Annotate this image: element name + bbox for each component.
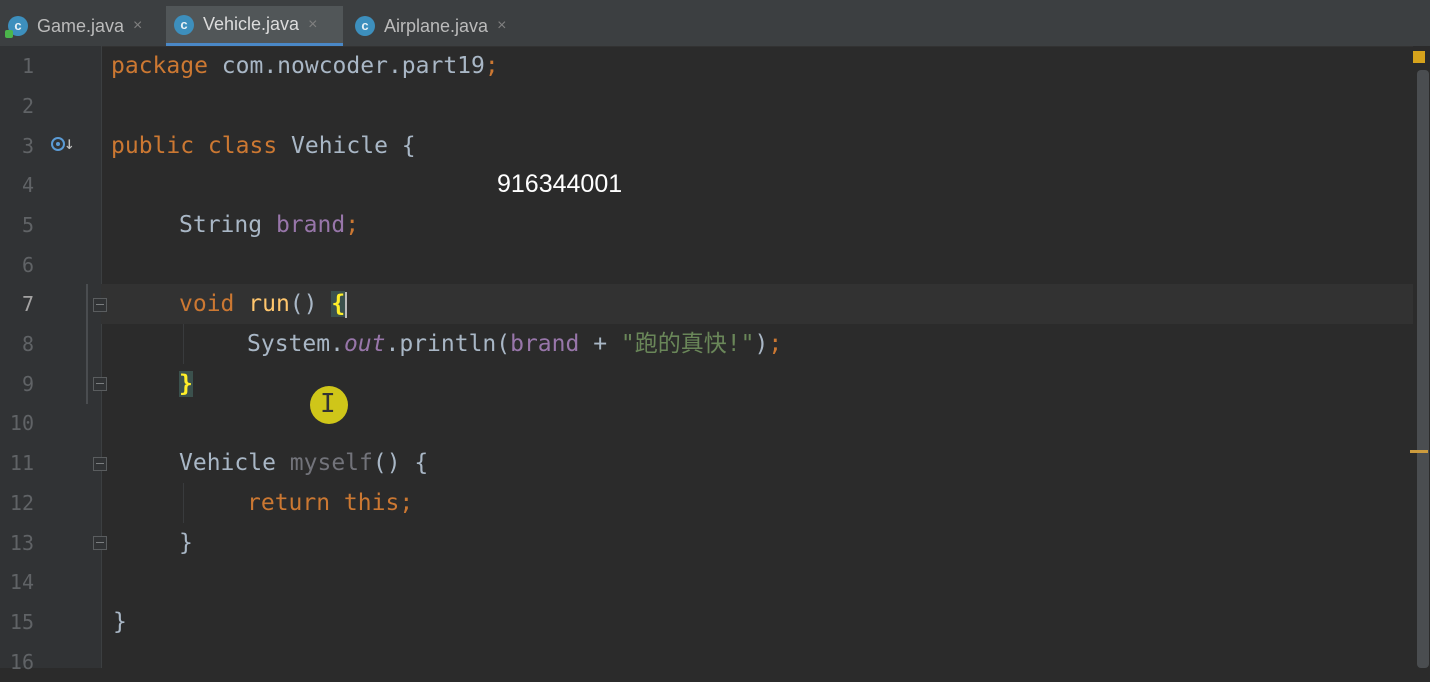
gutter-divider [101, 46, 102, 668]
code-line-9[interactable]: } [179, 364, 193, 404]
line-number: 7 [21, 292, 34, 316]
code-line-8[interactable]: System.out.println(brand + "跑的真快!"); [247, 324, 782, 364]
fold-range-indicator [86, 284, 88, 404]
line-number: 8 [21, 332, 34, 356]
tab-label: Airplane.java [384, 15, 489, 36]
close-icon[interactable]: × [133, 17, 142, 35]
semicolon: ; [768, 331, 783, 357]
code-editor[interactable]: 1 2 3 4 5 6 7 8 9 10 11 12 13 14 15 16 ↓… [0, 46, 1430, 674]
close-brace: } [179, 530, 193, 556]
line-number: 14 [9, 570, 34, 594]
code-line-1[interactable]: package com.nowcoder.part19; [111, 46, 499, 86]
line-number: 5 [21, 213, 34, 237]
line-number: 1 [21, 54, 34, 78]
code-line-15[interactable]: } [113, 602, 127, 642]
static-field: out [343, 331, 386, 357]
indent-guide [183, 483, 184, 523]
parens: () [289, 291, 332, 317]
code-line-5[interactable]: String brand; [179, 205, 359, 245]
inspection-status-icon[interactable] [1413, 51, 1425, 63]
line-number: 9 [21, 372, 34, 396]
line-number: 6 [21, 253, 34, 277]
type-name: Vehicle [179, 450, 290, 476]
keyword: void [179, 291, 249, 317]
keyword: return this [247, 490, 400, 516]
arrow-down-icon: ↓ [64, 133, 75, 154]
line-number: 11 [9, 451, 34, 475]
tab-label: Vehicle.java [203, 14, 300, 34]
operator: + [579, 331, 621, 357]
tab-game-java[interactable]: c Game.java × [0, 6, 162, 46]
matched-brace: } [179, 371, 193, 397]
java-class-icon: c [355, 16, 375, 36]
close-icon[interactable]: × [308, 16, 317, 34]
close-icon[interactable]: × [497, 17, 506, 35]
string-literal: "跑的真快!" [620, 331, 755, 357]
tab-airplane-java[interactable]: c Airplane.java × [347, 6, 532, 46]
keyword: package [111, 53, 208, 79]
line-number: 2 [21, 94, 34, 118]
overlay-number: 916344001 [497, 170, 623, 198]
indent-guide [183, 324, 184, 364]
close-brace: } [113, 609, 127, 635]
code-line-7[interactable]: void run() { [179, 284, 348, 324]
scrollbar-thumb[interactable] [1417, 70, 1429, 668]
semicolon: ; [484, 53, 499, 79]
package-name: com.nowcoder.part19 [207, 53, 485, 79]
text-cursor-icon: I [320, 389, 336, 419]
close-paren: ) [754, 331, 769, 357]
text-caret [345, 291, 348, 318]
field-name: brand [275, 212, 346, 238]
unused-method-name: myself [289, 450, 373, 476]
line-number: 12 [9, 491, 34, 515]
parens: () { [372, 450, 429, 476]
semicolon: ; [345, 212, 360, 238]
line-number: 13 [9, 531, 34, 555]
matched-brace: { [331, 291, 346, 317]
line-number: 3 [21, 134, 34, 158]
tab-label: Game.java [37, 15, 125, 36]
method-name: run [248, 291, 290, 317]
fold-icon[interactable] [93, 536, 107, 550]
line-number: 10 [9, 411, 34, 435]
line-number: 4 [21, 173, 34, 197]
field-name: brand [510, 331, 580, 357]
java-class-icon: c [174, 14, 194, 35]
implementation-marker-icon[interactable] [51, 137, 65, 151]
tab-vehicle-java[interactable]: c Vehicle.java × [166, 6, 343, 46]
line-number: 16 [9, 650, 34, 674]
fold-icon[interactable] [93, 457, 107, 471]
line-number: 15 [9, 610, 34, 634]
type-name: String [179, 212, 276, 238]
code-line-11[interactable]: Vehicle myself() { [179, 443, 428, 483]
java-class-icon: c [5, 16, 28, 38]
editor-tab-bar: c Game.java × c Vehicle.java × c Airplan… [0, 0, 1430, 47]
code-line-12[interactable]: return this; [247, 483, 413, 523]
class-ref: System. [247, 331, 344, 357]
code-line-3[interactable]: public class Vehicle { [111, 126, 416, 166]
fold-icon[interactable] [93, 298, 107, 312]
keyword: public class [111, 133, 278, 159]
fold-icon[interactable] [93, 377, 107, 391]
class-name: Vehicle { [277, 133, 416, 159]
code-line-13[interactable]: } [179, 523, 193, 563]
method-call: .println( [385, 331, 511, 357]
scrollbar-warning-marker[interactable] [1410, 450, 1428, 453]
semicolon: ; [399, 490, 414, 516]
